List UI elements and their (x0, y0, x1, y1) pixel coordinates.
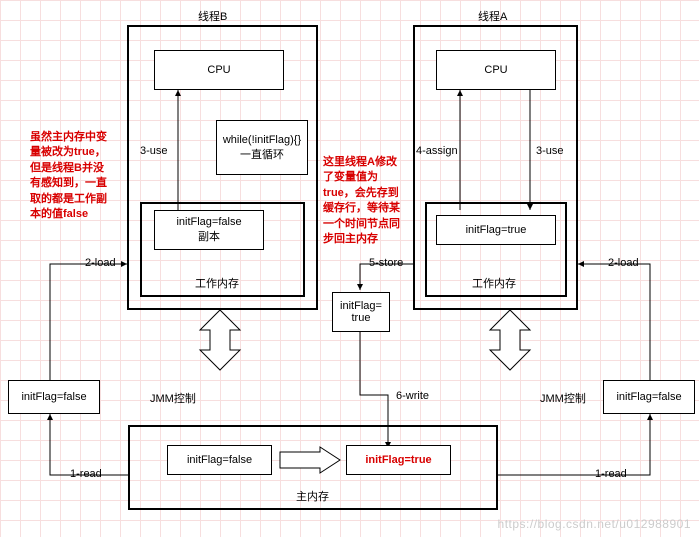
edge-2-load-a: 2-load (608, 257, 639, 269)
thread-a-title: 线程A (478, 8, 507, 24)
thread-b-cpu: CPU (154, 50, 284, 90)
edge-4-assign-a: 4-assign (416, 145, 458, 157)
left-read-box: initFlag=false (8, 380, 100, 414)
edge-5-store-a: 5-store (369, 257, 403, 269)
thread-b-workmem-label: 工作内存 (195, 275, 239, 291)
right-read-box: initFlag=false (603, 380, 695, 414)
thread-b-loop: while(!initFlag){} 一直循环 (216, 120, 308, 175)
edge-jmm-a: JMM控制 (540, 390, 586, 406)
thread-b-title: 线程B (198, 8, 227, 24)
edge-1-read-a: 1-read (595, 468, 627, 480)
thread-a-workmem-label: 工作内存 (472, 275, 516, 291)
edge-2-load-b: 2-load (85, 257, 116, 269)
note-thread-b: 虽然主内存中变 量被改为true， 但是线程B并没 有感知到，一直 取的都是工作… (30, 130, 107, 222)
thread-a-assign-box: initFlag=true (436, 215, 556, 245)
mainmem-title: 主内存 (296, 488, 329, 504)
mainmem-after: initFlag=true (346, 445, 451, 475)
edge-jmm-b: JMM控制 (150, 390, 196, 406)
watermark: https://blog.csdn.net/u012988901 (498, 517, 691, 531)
edge-3-use-b: 3-use (140, 145, 168, 157)
edge-1-read-b: 1-read (70, 468, 102, 480)
mainmem-after-text: initFlag=true (365, 454, 431, 466)
note-thread-a: 这里线程A修改 了变量值为 true，会先存到 缓存行，等待某 一个时间节点同 … (323, 155, 400, 247)
thread-b-copy: initFlag=false 副本 (154, 210, 264, 250)
mainmem-before: initFlag=false (167, 445, 272, 475)
edge-3-use-a: 3-use (536, 145, 564, 157)
store-buffer-box: initFlag= true (332, 292, 390, 332)
edge-6-write-a: 6-write (396, 390, 429, 402)
thread-a-cpu: CPU (436, 50, 556, 90)
